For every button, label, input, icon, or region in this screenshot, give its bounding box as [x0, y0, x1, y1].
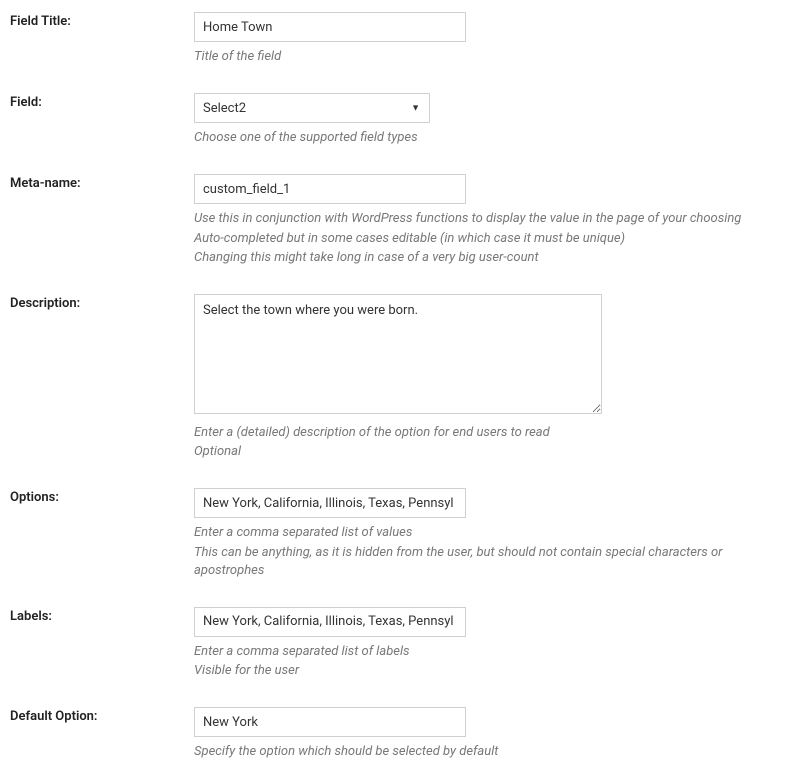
options-input[interactable] [194, 488, 466, 518]
field-title-help: Title of the field [194, 48, 790, 66]
default-option-help: Specify the option which should be selec… [194, 743, 790, 761]
description-help-1: Enter a (detailed) description of the op… [194, 424, 790, 442]
options-help-2: This can be anything, as it is hidden fr… [194, 544, 790, 580]
labels-help-2: Visible for the user [194, 662, 790, 680]
field-type-select[interactable]: Select2 [194, 93, 430, 123]
field-title-label: Field Title: [10, 14, 71, 29]
default-option-input[interactable] [194, 707, 466, 737]
meta-name-input[interactable] [194, 174, 466, 204]
meta-name-help-1: Use this in conjunction with WordPress f… [194, 210, 790, 228]
description-help-2: Optional [194, 443, 790, 461]
description-textarea[interactable]: Select the town where you were born. [194, 294, 602, 414]
description-label: Description: [10, 296, 80, 311]
options-label: Options: [10, 490, 59, 505]
meta-name-help-2: Auto-completed but in some cases editabl… [194, 230, 790, 248]
field-title-input[interactable] [194, 12, 466, 42]
meta-name-help-3: Changing this might take long in case of… [194, 249, 790, 267]
labels-input[interactable] [194, 607, 466, 637]
options-help-1: Enter a comma separated list of values [194, 524, 790, 542]
field-type-label: Field: [10, 95, 42, 110]
meta-name-label: Meta-name: [10, 176, 81, 191]
labels-help-1: Enter a comma separated list of labels [194, 643, 790, 661]
labels-label: Labels: [10, 609, 52, 624]
field-type-help: Choose one of the supported field types [194, 129, 790, 147]
default-option-label: Default Option: [10, 709, 97, 724]
